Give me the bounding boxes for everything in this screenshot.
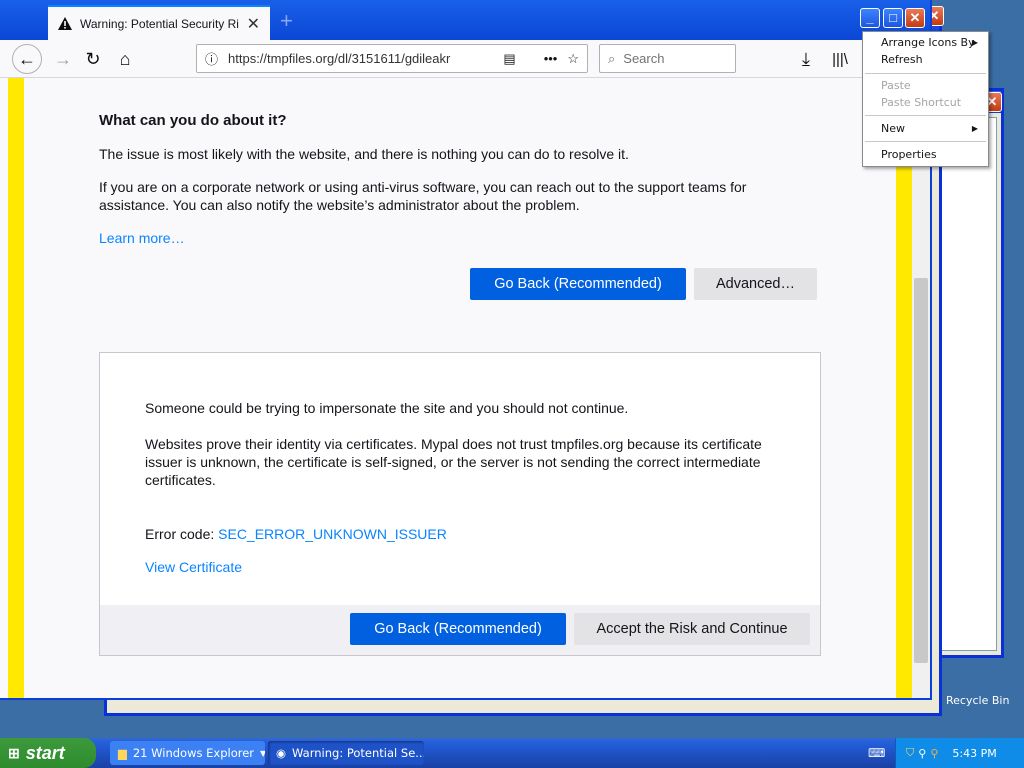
maximize-button[interactable]: □	[883, 8, 903, 28]
go-back-button[interactable]: Go Back (Recommended)	[470, 268, 686, 300]
advanced-panel: Someone could be trying to impersonate t…	[99, 352, 821, 656]
error-code-link[interactable]: SEC_ERROR_UNKNOWN_ISSUER	[218, 526, 447, 542]
windows-logo-icon: ⊞	[8, 744, 20, 761]
network-paragraph: If you are on a corporate network or usi…	[99, 179, 747, 213]
reader-view-icon[interactable]: ▤	[503, 51, 515, 67]
impersonate-warning: Someone could be trying to impersonate t…	[145, 400, 629, 416]
tab-title: Warning: Potential Security Risk Ahead	[80, 16, 239, 31]
navigation-bar: ← → ↻ ⌂ ⓘ https://tmpfiles.org/dl/315161…	[0, 40, 930, 78]
browser-icon: ◉	[276, 746, 287, 760]
clock[interactable]: 5:43 PM	[952, 747, 996, 760]
menu-label: New	[881, 122, 905, 135]
chevron-down-icon: ▼	[260, 748, 265, 758]
download-icon[interactable]: ⤓	[791, 44, 821, 74]
start-button[interactable]: ⊞ start	[0, 738, 96, 768]
library-icon[interactable]: |||\	[825, 44, 855, 74]
view-certificate-link[interactable]: View Certificate	[145, 558, 785, 576]
bookmark-star-icon[interactable]: ☆	[567, 51, 579, 67]
warning-stripe-right	[896, 78, 912, 698]
accept-risk-button[interactable]: Accept the Risk and Continue	[574, 613, 810, 645]
page-content: What can you do about it? The issue is m…	[0, 78, 912, 698]
section-heading: What can you do about it?	[99, 112, 287, 129]
desktop-context-menu: Arrange Icons By ▶ Refresh Paste Paste S…	[862, 31, 989, 167]
url-text[interactable]: https://tmpfiles.org/dl/3151611/gdileakr	[228, 51, 493, 66]
menu-item-paste-shortcut: Paste Shortcut	[881, 96, 962, 109]
scrollbar-thumb[interactable]	[914, 278, 928, 663]
home-icon[interactable]: ⌂	[110, 44, 140, 74]
menu-separator	[865, 141, 986, 142]
menu-item-properties[interactable]: Properties	[881, 146, 982, 163]
vertical-scrollbar[interactable]	[912, 78, 930, 698]
taskbar-browser[interactable]: ◉ Warning: Potential Se...	[268, 741, 424, 765]
learn-more-link[interactable]: Learn more…	[99, 229, 185, 247]
issue-paragraph: The issue is most likely with the websit…	[99, 146, 629, 162]
search-placeholder: Search	[623, 51, 665, 66]
page-actions-icon[interactable]: •••	[526, 51, 558, 66]
taskbar-explorer-label: 21 Windows Explorer	[132, 746, 255, 760]
menu-item-refresh[interactable]: Refresh	[881, 51, 982, 68]
active-tab[interactable]: Warning: Potential Security Risk Ahead ✕	[48, 5, 270, 40]
menu-separator	[865, 115, 986, 116]
tab-bar: Warning: Potential Security Risk Ahead ✕…	[0, 0, 930, 40]
advanced-button[interactable]: Advanced…	[694, 268, 817, 300]
url-bar[interactable]: ⓘ https://tmpfiles.org/dl/3151611/gdilea…	[196, 44, 588, 73]
close-button[interactable]: ✕	[905, 8, 925, 28]
keyboard-icon[interactable]: ⌨	[868, 746, 885, 760]
info-icon[interactable]: ⓘ	[205, 49, 218, 68]
taskbar-explorer-group[interactable]: ▆ 21 Windows Explorer ▼	[110, 741, 265, 765]
minimize-button[interactable]: _	[860, 8, 880, 28]
menu-item-arrange-icons[interactable]: Arrange Icons By ▶	[881, 34, 982, 51]
menu-item-new[interactable]: New ▶	[881, 120, 982, 137]
browser-window: Warning: Potential Security Risk Ahead ✕…	[0, 0, 932, 700]
menu-item-paste: Paste	[881, 79, 911, 92]
error-code-label: Error code:	[145, 526, 215, 542]
menu-separator	[865, 73, 986, 74]
system-tray: ⛉ ⚲ ⚲ 5:43 PM	[895, 738, 1024, 768]
search-input[interactable]: ⌕ Search	[599, 44, 736, 73]
go-back-button-bottom[interactable]: Go Back (Recommended)	[350, 613, 566, 645]
taskbar-browser-label: Warning: Potential Se...	[292, 746, 424, 760]
search-icon: ⌕	[608, 50, 616, 66]
warning-stripe-left	[8, 78, 24, 698]
warning-icon	[58, 17, 72, 31]
error-code-line: Error code: SEC_ERROR_UNKNOWN_ISSUER	[145, 525, 785, 543]
search-tray-icon[interactable]: ⚲	[930, 747, 938, 760]
taskbar: ⊞ start ▆ 21 Windows Explorer ▼ ◉ Warnin…	[0, 738, 1024, 768]
submenu-arrow-icon: ▶	[971, 124, 978, 133]
start-label: start	[25, 742, 65, 763]
submenu-arrow-icon: ▶	[971, 38, 978, 47]
menu-label: Arrange Icons By	[881, 36, 975, 49]
reload-icon[interactable]: ↻	[78, 44, 108, 74]
tab-close-icon[interactable]: ✕	[247, 14, 260, 34]
forward-icon[interactable]: →	[48, 44, 78, 74]
advanced-footer: Go Back (Recommended) Accept the Risk an…	[100, 605, 820, 655]
recycle-bin-label[interactable]: Recycle Bin	[946, 694, 1009, 707]
back-icon[interactable]: ←	[12, 44, 42, 74]
certificate-explanation: Websites prove their identity via certif…	[145, 436, 762, 488]
folder-icon: ▆	[118, 746, 127, 760]
security-shield-icon[interactable]: ⛉	[906, 746, 914, 760]
new-tab-icon[interactable]: +	[280, 8, 293, 34]
network-icon[interactable]: ⚲	[918, 747, 926, 760]
